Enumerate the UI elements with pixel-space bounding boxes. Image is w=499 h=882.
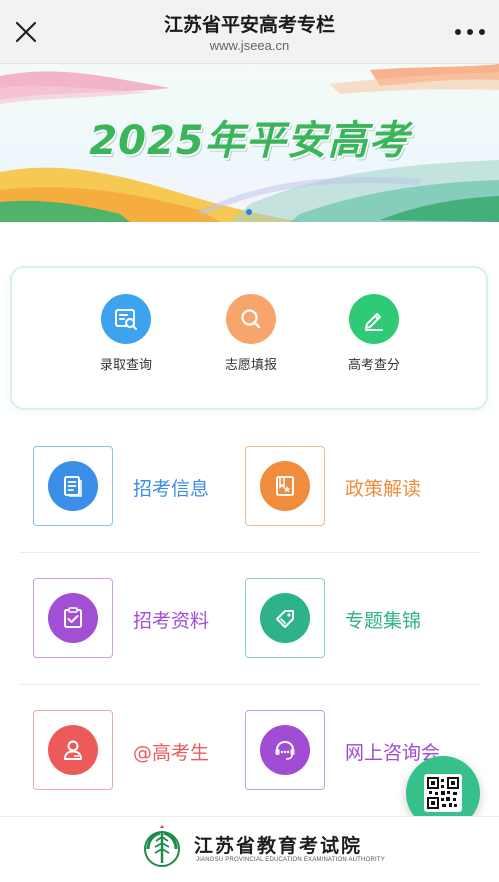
special-topics-button[interactable]: 专题集锦 <box>245 578 465 658</box>
carousel-indicator[interactable] <box>246 209 252 215</box>
quick-query-card: 录取查询 志愿填报 高考查分 <box>10 266 488 410</box>
qr-code-icon <box>424 774 462 812</box>
bookmark-star-icon <box>260 461 310 511</box>
document-icon <box>48 461 98 511</box>
menu-tile <box>245 446 325 526</box>
menu-label: 招考信息 <box>133 478 210 500</box>
institution-name: 江苏省教育考试院 <box>194 835 363 857</box>
menu-tile <box>33 446 113 526</box>
menu-tile <box>245 710 325 790</box>
pencil-icon <box>349 294 399 344</box>
menu-label: 专题集锦 <box>345 610 422 632</box>
search-icon <box>226 294 276 344</box>
candidates-button[interactable]: @高考生 <box>33 710 233 790</box>
institution-logo <box>142 825 182 869</box>
user-icon <box>48 725 98 775</box>
application-filling-button[interactable]: 志愿填报 <box>196 294 306 373</box>
menu-row: 招考信息 政策解读 <box>20 446 480 578</box>
query-label: 志愿填报 <box>224 358 277 373</box>
clipboard-check-icon <box>48 593 98 643</box>
top-navbar: 江苏省平安高考专栏 www.jseea.cn <box>0 0 499 64</box>
divider <box>20 684 480 685</box>
institution-name-en: JIANGSU PROVINCIAL EDUCATION EXAMINATION… <box>196 857 385 863</box>
admission-query-button[interactable]: 录取查询 <box>71 294 181 373</box>
divider <box>20 552 480 553</box>
policy-interpretation-button[interactable]: 政策解读 <box>245 446 465 526</box>
menu-label: 招考资料 <box>133 610 210 632</box>
banner-carousel[interactable]: 2025年平安高考 <box>0 64 499 222</box>
page-url: www.jseea.cn <box>209 38 290 53</box>
menu-label: @高考生 <box>133 742 210 764</box>
menu-label: 政策解读 <box>345 478 422 500</box>
tag-icon <box>260 593 310 643</box>
menu-tile <box>33 578 113 658</box>
menu-tile <box>33 710 113 790</box>
chat-icon <box>260 725 310 775</box>
page-title: 江苏省平安高考专栏 <box>163 14 335 36</box>
footer: 江苏省教育考试院 JIANGSU PROVINCIAL EDUCATION EX… <box>0 816 499 882</box>
menu-tile <box>245 578 325 658</box>
admission-materials-button[interactable]: 招考资料 <box>33 578 233 658</box>
banner-title: 2025年平安高考 <box>89 118 410 164</box>
more-dots-icon[interactable] <box>455 22 485 42</box>
menu-row: 招考资料 专题集锦 <box>20 578 480 710</box>
admission-info-button[interactable]: 招考信息 <box>33 446 233 526</box>
query-label: 高考查分 <box>347 358 400 373</box>
score-query-button[interactable]: 高考查分 <box>319 294 429 373</box>
query-label: 录取查询 <box>99 358 152 373</box>
admission-search-icon <box>101 294 151 344</box>
